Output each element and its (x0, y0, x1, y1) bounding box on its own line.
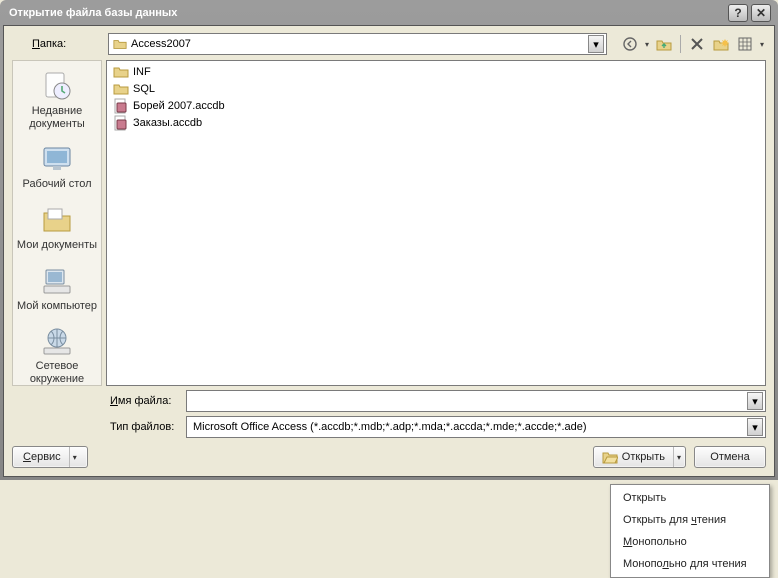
filename-label: Имя файла: (110, 395, 180, 407)
list-item[interactable]: Борей 2007.accdb (111, 97, 761, 114)
up-one-level-button[interactable] (653, 33, 675, 55)
open-dropdown-menu: Открыть Открыть для чтения Монопольно Мо… (610, 484, 770, 578)
filetype-select[interactable]: Microsoft Office Access (*.accdb;*.mdb;*… (186, 416, 766, 438)
my-documents-icon (15, 203, 99, 237)
network-icon (15, 324, 99, 358)
filetype-row: Тип файлов: Microsoft Office Access (*.a… (110, 416, 766, 438)
separator (680, 35, 681, 53)
places-mycomputer-label: Мой компьютер (15, 300, 99, 313)
new-folder-button[interactable] (710, 33, 732, 55)
chevron-down-icon[interactable]: ▾ (747, 418, 763, 436)
cancel-button[interactable]: Отмена (694, 446, 766, 468)
bottom-fields: Имя файла: ▾ Тип файлов: Microsoft Offic… (12, 390, 766, 438)
menu-open[interactable]: Открыть (613, 487, 767, 509)
toolbar: ▾ ▾ (613, 33, 766, 55)
folder-icon (113, 64, 129, 80)
file-listing[interactable]: INF SQL Борей 2007.accdb Заказы.accdb (106, 60, 766, 386)
dialog-client: Папка: Access2007 ▾ ▾ (3, 25, 775, 477)
cancel-button-label: Отмена (710, 451, 749, 463)
recent-docs-icon (15, 69, 99, 103)
open-dropdown-arrow[interactable]: ▾ (673, 447, 681, 467)
folder-icon (113, 81, 129, 97)
my-computer-icon (15, 264, 99, 298)
open-split-button[interactable]: Открыть ▾ (593, 446, 686, 468)
list-item[interactable]: INF (111, 63, 761, 80)
places-mycomputer[interactable]: Мой компьютер (15, 262, 99, 315)
lookin-value: Access2007 (131, 38, 584, 50)
chevron-down-icon[interactable]: ▾ (747, 392, 763, 410)
desktop-icon (15, 142, 99, 176)
window-title: Открытие файла базы данных (9, 7, 728, 19)
places-recent[interactable]: Недавние документы (15, 67, 99, 132)
back-dropdown[interactable]: ▾ (643, 40, 651, 49)
delete-button[interactable] (686, 33, 708, 55)
lookin-row: Папка: Access2007 ▾ ▾ (12, 32, 766, 56)
back-button[interactable] (619, 33, 641, 55)
menu-open-exclusive[interactable]: Монопольно (613, 531, 767, 553)
access-file-icon (113, 98, 129, 114)
file-name: Борей 2007.accdb (133, 100, 225, 112)
places-network-label: Сетевое окружение (15, 360, 99, 385)
views-button[interactable] (734, 33, 756, 55)
lookin-label: Папка: (12, 38, 102, 50)
menu-open-readonly[interactable]: Открыть для чтения (613, 509, 767, 531)
titlebar: Открытие файла базы данных ? ✕ (3, 3, 775, 25)
tools-button[interactable]: Сервис ▾ (12, 446, 88, 468)
places-mydocs[interactable]: Мои документы (15, 201, 99, 254)
places-desktop[interactable]: Рабочий стол (15, 140, 99, 193)
folder-icon (113, 37, 127, 51)
menu-open-exclusive-readonly[interactable]: Монопольно для чтения (613, 553, 767, 575)
places-desktop-label: Рабочий стол (15, 178, 99, 191)
file-name: SQL (133, 83, 155, 95)
filetype-value: Microsoft Office Access (*.accdb;*.mdb;*… (193, 421, 747, 433)
filetype-label: Тип файлов: (110, 421, 180, 433)
file-name: Заказы.accdb (133, 117, 202, 129)
dialog-window: Открытие файла базы данных ? ✕ Папка: Ac… (0, 0, 778, 480)
lookin-combo[interactable]: Access2007 ▾ (108, 33, 607, 55)
places-network[interactable]: Сетевое окружение (15, 322, 99, 387)
help-button[interactable]: ? (728, 4, 748, 22)
open-folder-icon (602, 450, 618, 464)
close-button[interactable]: ✕ (751, 4, 771, 22)
views-dropdown[interactable]: ▾ (758, 40, 766, 49)
middle-area: Недавние документы Рабочий стол Мои доку… (12, 60, 766, 386)
filename-input[interactable]: ▾ (186, 390, 766, 412)
file-name: INF (133, 66, 151, 78)
open-button-label: Открыть (622, 451, 665, 463)
titlebar-buttons: ? ✕ (728, 4, 771, 22)
places-mydocs-label: Мои документы (15, 239, 99, 252)
places-recent-label: Недавние документы (15, 105, 99, 130)
dialog-footer: Сервис ▾ Открыть ▾ Отмена (12, 442, 766, 468)
list-item[interactable]: SQL (111, 80, 761, 97)
chevron-down-icon[interactable]: ▾ (588, 35, 604, 53)
chevron-down-icon: ▾ (69, 447, 77, 467)
filename-row: Имя файла: ▾ (110, 390, 766, 412)
access-file-icon (113, 115, 129, 131)
list-item[interactable]: Заказы.accdb (111, 114, 761, 131)
places-bar: Недавние документы Рабочий стол Мои доку… (12, 60, 102, 386)
